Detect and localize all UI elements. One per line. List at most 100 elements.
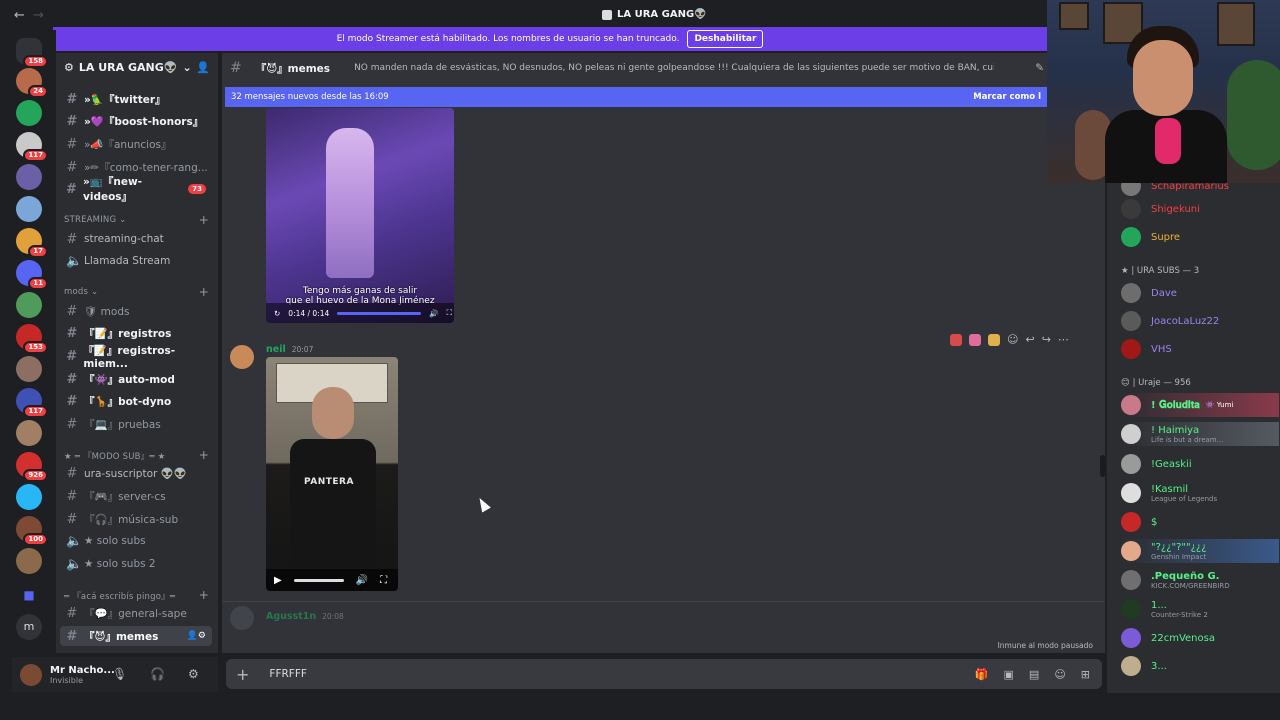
- message-composer[interactable]: + FFRFFF 🎁 ▣ ▤ ☺ ⊞: [226, 659, 1102, 689]
- member-item[interactable]: !Geaskii: [1121, 452, 1279, 476]
- member-item[interactable]: ! Haimiya Life is but a dream...: [1121, 422, 1279, 446]
- more-options-icon[interactable]: ⋯: [1058, 333, 1069, 346]
- server-header[interactable]: ⚙ LA URA GANG👽 ⌄: [64, 61, 192, 74]
- gift-icon[interactable]: 🎁: [975, 668, 989, 681]
- member-item[interactable]: $: [1121, 510, 1279, 534]
- member-item[interactable]: .Pequeño G. KICK.COM/GREENBIRD: [1121, 568, 1279, 592]
- server-icon[interactable]: m: [16, 614, 42, 640]
- user-info[interactable]: Mr Nacho... Invisible: [50, 665, 115, 685]
- add-reaction-icon[interactable]: ☺: [1007, 333, 1018, 346]
- apps-icon[interactable]: ⊞: [1081, 668, 1090, 681]
- voice-channel-llamada-stream[interactable]: 🔈 Llamada Stream: [60, 251, 212, 271]
- channel-server-cs[interactable]: # 『🎮』server-cs: [60, 486, 212, 506]
- server-icon[interactable]: 17: [16, 228, 48, 258]
- channel-ura-suscriptor[interactable]: # ura-suscriptor 👽👽: [60, 463, 212, 483]
- emoji-icon[interactable]: ☺: [1054, 668, 1065, 681]
- play-icon[interactable]: ▶: [274, 575, 282, 586]
- category-modo-sub[interactable]: ★ ═ 『MODO SUB』═ ★ +: [64, 448, 209, 462]
- replay-icon[interactable]: ↻: [274, 309, 280, 318]
- volume-icon[interactable]: 🔊: [429, 309, 438, 318]
- member-item[interactable]: Supre: [1121, 225, 1279, 249]
- channel-mods[interactable]: # 🛡 mods: [60, 301, 212, 321]
- add-member-icon[interactable]: 👤: [196, 61, 210, 74]
- forward-icon[interactable]: ↪: [1042, 333, 1051, 346]
- channel-pruebas[interactable]: # 『💻』pruebas: [60, 414, 212, 434]
- member-item[interactable]: Schapiramarius: [1121, 183, 1279, 198]
- reaction-emoji-icon[interactable]: [969, 333, 981, 346]
- channel-bot-dyno[interactable]: # 『🦒』bot-dyno: [60, 391, 212, 411]
- server-icon[interactable]: 11: [16, 260, 48, 290]
- message-author[interactable]: Agusst1n 20:08: [266, 611, 344, 622]
- server-icon[interactable]: 117: [16, 388, 48, 418]
- channel-musica-sub[interactable]: # 『🎧』música-sub: [60, 509, 212, 529]
- channel-twitter[interactable]: # »🦜『twitter』: [60, 89, 212, 109]
- scrollbar-thumb[interactable]: [1100, 455, 1105, 477]
- disable-streamer-button[interactable]: Deshabilitar: [687, 30, 764, 48]
- upload-plus-icon[interactable]: +: [236, 665, 249, 684]
- message-author[interactable]: neil 20:07: [266, 344, 313, 355]
- member-item[interactable]: JoacoLaLuz22: [1121, 309, 1279, 333]
- fullscreen-icon[interactable]: ⛶: [447, 308, 452, 318]
- settings-icon[interactable]: 👤⚙: [187, 631, 206, 641]
- member-item[interactable]: Dave: [1121, 281, 1279, 305]
- channel-registros-miembros[interactable]: # 『📝』registros-miem...: [60, 345, 212, 370]
- server-icon[interactable]: [16, 420, 42, 446]
- member-item[interactable]: Shigekuni: [1121, 197, 1279, 221]
- direct-messages-icon[interactable]: 158: [16, 38, 48, 68]
- channel-boost-honors[interactable]: # »💜『boost-honors』: [60, 111, 212, 131]
- channel-general-sape[interactable]: # 『💬』general-sape: [60, 603, 212, 623]
- fullscreen-icon[interactable]: ⛶: [380, 575, 387, 586]
- member-item[interactable]: 3...: [1121, 654, 1279, 678]
- video-attachment[interactable]: Tengo más ganas de salir que el huevo de…: [266, 108, 454, 323]
- channel-new-videos[interactable]: # »📺『new-videos』 73: [60, 176, 212, 203]
- channel-memes[interactable]: # 『😈』memes 👤⚙: [60, 626, 212, 646]
- server-icon[interactable]: [16, 164, 42, 190]
- add-channel-icon[interactable]: +: [199, 448, 209, 462]
- server-icon[interactable]: [16, 548, 42, 574]
- member-item[interactable]: 22cmVenosa: [1121, 626, 1279, 650]
- forward-arrow-icon[interactable]: →: [33, 8, 44, 23]
- add-channel-icon[interactable]: +: [199, 588, 209, 602]
- avatar[interactable]: [20, 663, 42, 686]
- category-mods[interactable]: mods ⌄ +: [64, 285, 209, 299]
- avatar[interactable]: [230, 345, 254, 369]
- channel-anuncios[interactable]: # »📣『anuncios』: [60, 134, 212, 154]
- add-channel-icon[interactable]: +: [199, 285, 209, 299]
- volume-icon[interactable]: 🔊: [356, 575, 368, 586]
- server-icon[interactable]: [16, 484, 42, 510]
- folder-icon[interactable]: ■: [16, 582, 42, 608]
- reaction-emoji-icon[interactable]: [988, 333, 1000, 346]
- voice-channel-solo-subs[interactable]: 🔈 ★ solo subs: [60, 531, 212, 551]
- member-item[interactable]: "?¿¿"?""¿¿¿ Genshin Impact: [1121, 539, 1279, 563]
- back-arrow-icon[interactable]: ←: [14, 8, 25, 23]
- headphones-icon[interactable]: 🎧: [150, 667, 165, 681]
- server-icon[interactable]: 926: [16, 452, 48, 482]
- sticker-icon[interactable]: ▤: [1029, 668, 1039, 681]
- member-item[interactable]: !Kasmil League of Legends: [1121, 481, 1279, 505]
- server-icon[interactable]: [16, 100, 42, 126]
- server-icon[interactable]: [16, 356, 42, 382]
- avatar[interactable]: [230, 606, 254, 630]
- category-streaming[interactable]: STREAMING ⌄ +: [64, 213, 209, 227]
- server-icon[interactable]: 24: [16, 68, 48, 98]
- volume-slider[interactable]: [293, 578, 344, 582]
- new-messages-bar[interactable]: 32 mensajes nuevos desde las 16:09 Marca…: [225, 87, 1047, 107]
- settings-gear-icon[interactable]: ⚙: [188, 667, 199, 681]
- video-progress-bar[interactable]: [337, 311, 422, 315]
- member-item[interactable]: 1... Counter-Strike 2: [1121, 597, 1279, 621]
- video-attachment[interactable]: PANTERA ▶ 🔊 ⛶: [266, 357, 398, 591]
- category-aca-escribis[interactable]: ═ 『acá escribís pingo』═ +: [64, 588, 209, 602]
- channel-streaming-chat[interactable]: # streaming-chat: [60, 229, 212, 249]
- reaction-emoji-icon[interactable]: [950, 333, 962, 346]
- message-input[interactable]: FFRFFF: [269, 668, 307, 680]
- channel-topic[interactable]: NO manden nada de esvásticas, NO desnudo…: [354, 63, 994, 73]
- member-item[interactable]: VHS: [1121, 337, 1279, 361]
- mark-as-read-button[interactable]: Marcar como l: [973, 92, 1041, 102]
- channel-auto-mod[interactable]: # 『👾』auto-mod: [60, 369, 212, 389]
- add-channel-icon[interactable]: +: [199, 213, 209, 227]
- voice-channel-solo-subs-2[interactable]: 🔈 ★ solo subs 2: [60, 554, 212, 574]
- microphone-icon[interactable]: 🎙: [112, 667, 127, 681]
- server-icon[interactable]: 153: [16, 324, 48, 354]
- member-item[interactable]: ! 𝐆𝐨𝐥𝐮𝐝𝐢𝐭𝐚 👾 Yumi: [1121, 393, 1279, 417]
- reply-icon[interactable]: ↩: [1025, 333, 1034, 346]
